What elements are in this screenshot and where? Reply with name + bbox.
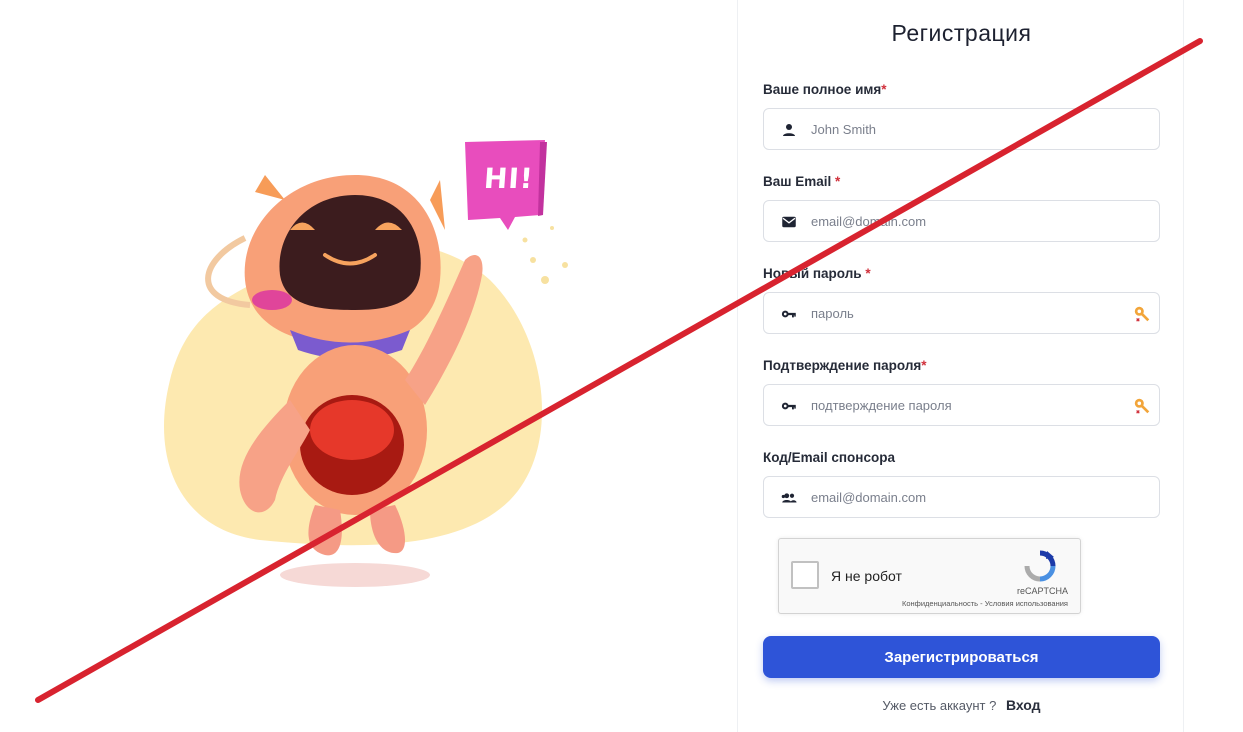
password-confirm-input[interactable] xyxy=(811,393,1111,417)
password-manager-icon[interactable] xyxy=(1133,305,1151,323)
register-button[interactable]: Зарегистрироваться xyxy=(763,636,1160,678)
required-mark: * xyxy=(865,266,871,281)
password-confirm-label: Подтверждение пароля* xyxy=(763,358,927,373)
speech-bubble-text: HI! xyxy=(482,162,535,195)
email-label: Ваш Email * xyxy=(763,174,841,189)
password-label: Новый пароль * xyxy=(763,266,871,281)
page-title: Регистрация xyxy=(891,20,1032,46)
sponsor-label: Код/Email спонсора xyxy=(763,450,895,465)
recaptcha-checkbox[interactable] xyxy=(791,561,819,589)
group-icon xyxy=(781,493,797,503)
recaptcha-label: Я не робот xyxy=(831,568,902,584)
password-field[interactable] xyxy=(763,292,1160,334)
email-field[interactable] xyxy=(763,200,1160,242)
recaptcha-terms-link[interactable]: Конфиденциальность - Условия использован… xyxy=(902,599,1068,608)
recaptcha-brand: reCAPTCHA xyxy=(1016,586,1068,596)
sponsor-field[interactable] xyxy=(763,476,1160,518)
recaptcha-logo-icon xyxy=(1024,550,1056,582)
robot-illustration xyxy=(164,140,568,587)
full-name-input[interactable] xyxy=(811,117,1111,141)
required-mark: * xyxy=(835,174,841,189)
robot-shadow xyxy=(280,563,430,587)
email-input[interactable] xyxy=(811,209,1111,233)
mic xyxy=(252,290,292,310)
full-name-field[interactable] xyxy=(763,108,1160,150)
password-manager-icon[interactable] xyxy=(1133,397,1151,415)
sponsor-input[interactable] xyxy=(811,485,1111,509)
registration-panel: Регистрация Ваше полное имя* Ваш Email *… xyxy=(737,0,1184,732)
required-mark: * xyxy=(921,358,927,373)
password-confirm-field[interactable] xyxy=(763,384,1160,426)
login-prompt: Уже есть аккаунт ? xyxy=(882,698,997,713)
password-input[interactable] xyxy=(811,301,1111,325)
key-icon xyxy=(781,310,796,318)
login-row: Уже есть аккаунт ? Вход xyxy=(738,697,1185,713)
person-icon xyxy=(783,124,795,136)
key-icon xyxy=(781,402,796,410)
envelope-icon xyxy=(782,216,796,228)
recaptcha-widget: Я не робот reCAPTCHA Конфиденциальность … xyxy=(778,538,1081,614)
required-mark: * xyxy=(881,82,887,97)
full-name-label: Ваше полное имя* xyxy=(763,82,887,97)
login-link[interactable]: Вход xyxy=(1006,697,1041,713)
